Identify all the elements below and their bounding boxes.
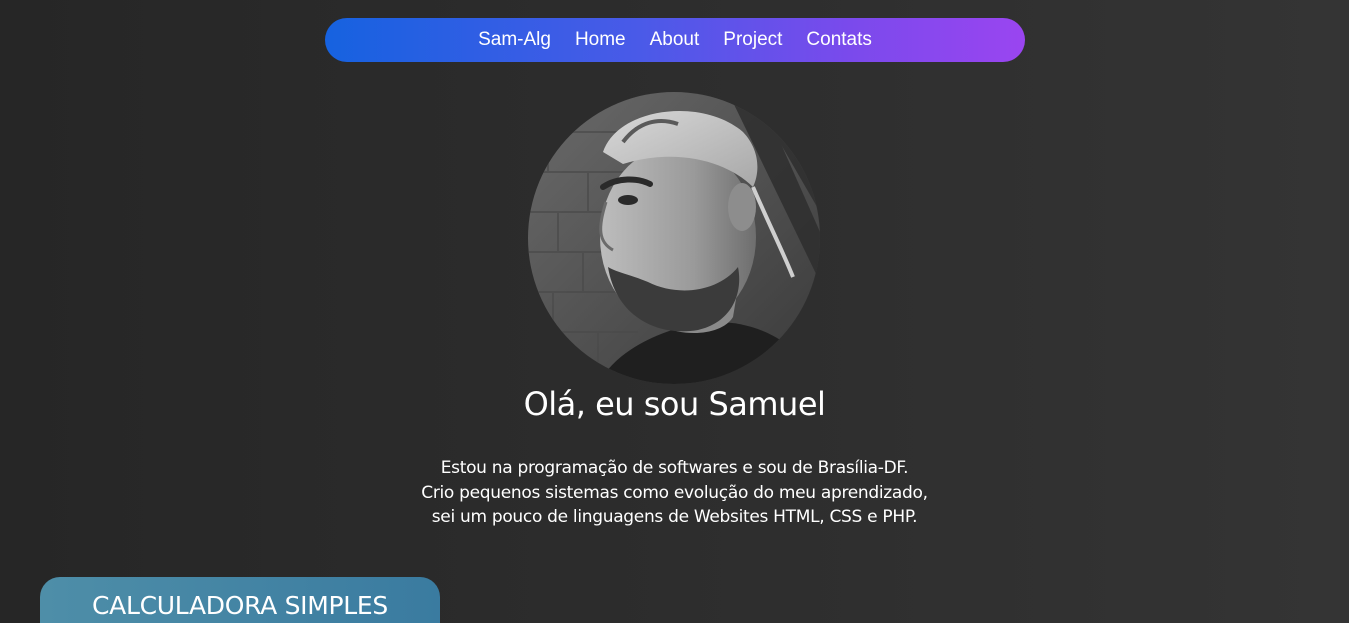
project-card[interactable]: CALCULADORA SIMPLES <box>40 577 440 623</box>
hero-bio: Estou na programação de softwares e sou … <box>0 456 1349 530</box>
bio-line: Crio pequenos sistemas como evolução do … <box>421 482 928 503</box>
hero-title: Olá, eu sou Samuel <box>523 385 826 423</box>
profile-photo <box>528 92 820 384</box>
nav-project-link[interactable]: Project <box>723 29 782 51</box>
bio-line: Estou na programação de softwares e sou … <box>440 458 909 478</box>
bio-line: sei um pouco de linguagens de Websites H… <box>431 507 918 527</box>
top-navbar: Sam-Alg Home About Project Contats <box>325 18 1025 62</box>
nav-brand-link[interactable]: Sam-Alg <box>478 29 551 51</box>
nav-home-link[interactable]: Home <box>575 29 626 51</box>
nav-about-link[interactable]: About <box>650 29 700 51</box>
nav-contacts-link[interactable]: Contats <box>806 29 871 51</box>
project-card-title: CALCULADORA SIMPLES <box>92 591 388 620</box>
